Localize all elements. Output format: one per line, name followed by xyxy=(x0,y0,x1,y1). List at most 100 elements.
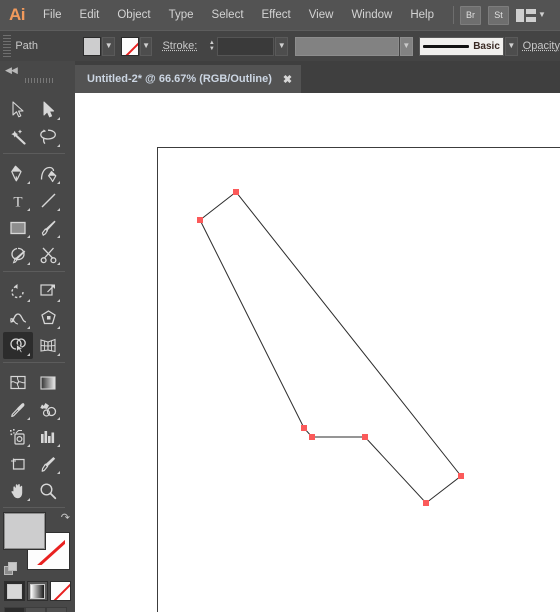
tool-flyout-indicator xyxy=(57,181,60,184)
menu-item-object[interactable]: Object xyxy=(108,0,159,30)
document-canvas[interactable] xyxy=(75,93,560,612)
tools-group-draw: T xyxy=(3,157,71,268)
menu-item-help[interactable]: Help xyxy=(401,0,443,30)
tool-flyout-indicator xyxy=(27,498,30,501)
stroke-color-swatch[interactable] xyxy=(120,36,139,56)
gradient-tool[interactable] xyxy=(33,369,63,396)
control-bar-grip[interactable] xyxy=(3,35,12,57)
shape-builder-tool[interactable] xyxy=(3,332,33,359)
fill-color-swatch[interactable] xyxy=(83,36,102,56)
collapse-panel-icon[interactable]: ◀◀ xyxy=(5,65,18,76)
selection-tool[interactable] xyxy=(3,96,33,123)
drawing-mode-buttons xyxy=(4,607,75,612)
draw-normal-button[interactable] xyxy=(4,607,25,612)
blend-tool[interactable] xyxy=(33,396,63,423)
paintbrush-tool[interactable] xyxy=(33,214,63,241)
brush-definition-dropdown[interactable]: ▼ xyxy=(504,36,518,56)
toolbar-divider xyxy=(3,271,65,272)
stroke-swatch-dropdown[interactable]: ▼ xyxy=(139,36,153,56)
tool-flyout-indicator xyxy=(57,262,60,265)
toolbar-drag-grip[interactable] xyxy=(25,78,55,83)
document-tab-untitled-2[interactable]: Untitled-2* @ 66.67% (RGB/Outline) ✖ xyxy=(75,65,302,93)
artboard-tool[interactable] xyxy=(3,450,33,477)
symbol-sprayer-tool[interactable] xyxy=(3,423,33,450)
bridge-button[interactable]: Br xyxy=(460,5,481,25)
type-tool[interactable]: T xyxy=(3,187,33,214)
tool-flyout-indicator xyxy=(27,208,30,211)
slice-tool[interactable] xyxy=(33,450,63,477)
menu-item-type[interactable]: Type xyxy=(160,0,203,30)
tool-flyout-indicator xyxy=(57,417,60,420)
brush-definition-box[interactable]: Basic xyxy=(419,36,504,56)
variable-width-profile-input[interactable] xyxy=(294,36,399,56)
tool-flyout-indicator xyxy=(57,144,60,147)
mesh-tool[interactable] xyxy=(3,369,33,396)
menu-item-effect[interactable]: Effect xyxy=(253,0,300,30)
variable-width-profile-dropdown[interactable]: ▼ xyxy=(399,36,413,56)
curvature-tool[interactable] xyxy=(33,160,63,187)
none-mode-button[interactable] xyxy=(50,581,71,601)
path-anchor-point[interactable] xyxy=(362,434,368,440)
lasso-tool[interactable] xyxy=(33,123,63,150)
draw-inside-button[interactable] xyxy=(46,607,67,612)
toolbar-divider xyxy=(3,153,65,154)
width-tool[interactable] xyxy=(3,305,33,332)
stroke-weight-input[interactable] xyxy=(217,36,275,56)
path-anchor-point[interactable] xyxy=(309,434,315,440)
magic-wand-tool[interactable] xyxy=(3,123,33,150)
path-anchor-point[interactable] xyxy=(301,425,307,431)
fill-stroke-controls: ↷ xyxy=(4,511,72,575)
rectangle-tool[interactable] xyxy=(3,214,33,241)
default-fill-stroke-icon[interactable] xyxy=(4,562,17,575)
document-tab-bar: Untitled-2* @ 66.67% (RGB/Outline) ✖ xyxy=(75,61,560,93)
line-segment-tool[interactable] xyxy=(33,187,63,214)
tool-flyout-indicator xyxy=(27,353,30,356)
stroke-weight-label[interactable]: Stroke: xyxy=(162,40,197,52)
perspective-grid-tool[interactable] xyxy=(33,332,63,359)
tool-flyout-indicator xyxy=(57,299,60,302)
toolbar-divider xyxy=(3,507,65,508)
scale-tool[interactable] xyxy=(33,278,63,305)
stroke-weight-stepper[interactable]: ▲ ▼ xyxy=(207,37,216,56)
menubar-divider xyxy=(453,6,454,24)
path-anchor-point[interactable] xyxy=(423,500,429,506)
tool-flyout-indicator xyxy=(27,444,30,447)
zoom-tool[interactable] xyxy=(33,477,63,504)
rotate-tool[interactable] xyxy=(3,278,33,305)
close-icon[interactable]: ✖ xyxy=(283,73,292,86)
workspace-chevron-down-icon[interactable]: ▼ xyxy=(538,11,546,19)
menu-item-window[interactable]: Window xyxy=(342,0,401,30)
fill-swatch-dropdown[interactable]: ▼ xyxy=(102,36,116,56)
gradient-mode-button[interactable] xyxy=(27,581,48,601)
menu-item-edit[interactable]: Edit xyxy=(71,0,109,30)
path-anchor-point[interactable] xyxy=(233,189,239,195)
menu-item-select[interactable]: Select xyxy=(203,0,253,30)
menu-item-view[interactable]: View xyxy=(300,0,343,30)
toolbar-header: ◀◀ xyxy=(0,61,76,93)
swap-fill-stroke-icon[interactable]: ↷ xyxy=(61,511,70,524)
draw-behind-button[interactable] xyxy=(25,607,46,612)
free-transform-tool[interactable] xyxy=(33,305,63,332)
stroke-weight-dropdown[interactable]: ▼ xyxy=(275,36,289,56)
app-logo: Ai xyxy=(9,5,26,24)
stock-button[interactable]: St xyxy=(488,5,509,25)
scissors-tool[interactable] xyxy=(33,241,63,268)
color-mode-buttons xyxy=(4,581,75,601)
workspace-switcher-icon[interactable] xyxy=(516,8,536,22)
path-anchor-point[interactable] xyxy=(197,217,203,223)
path-anchor-point[interactable] xyxy=(458,473,464,479)
toolbar-fill-swatch[interactable] xyxy=(4,513,45,549)
direct-selection-tool[interactable] xyxy=(33,96,63,123)
tool-flyout-indicator xyxy=(57,326,60,329)
selected-path[interactable] xyxy=(75,93,560,612)
column-graph-tool[interactable] xyxy=(33,423,63,450)
menu-item-file[interactable]: File xyxy=(34,0,71,30)
eyedropper-tool[interactable] xyxy=(3,396,33,423)
pen-tool[interactable] xyxy=(3,160,33,187)
shaper-tool[interactable] xyxy=(3,241,33,268)
hand-tool[interactable] xyxy=(3,477,33,504)
selected-object-type-label: Path xyxy=(15,40,38,52)
color-mode-button[interactable] xyxy=(4,581,25,601)
opacity-label[interactable]: Opacity xyxy=(523,40,560,52)
menu-bar: Ai File Edit Object Type Select Effect V… xyxy=(0,0,560,30)
